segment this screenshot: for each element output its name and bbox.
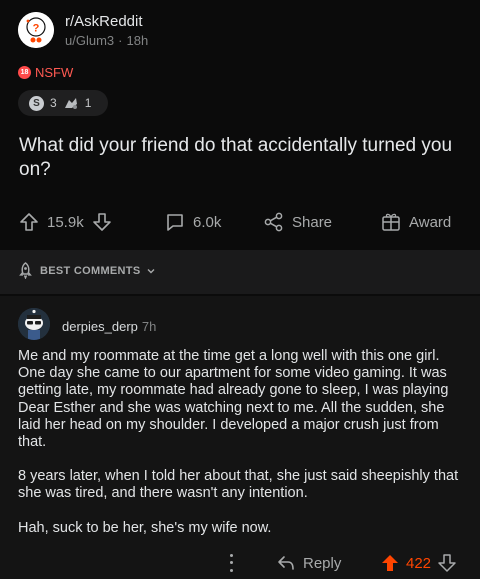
comment-paragraph: 8 years later, when I told her about tha… [18,468,459,502]
award-button[interactable]: Award [380,205,451,239]
more-options-icon[interactable] [225,552,237,574]
meta-separator: · [118,33,123,48]
upvote-arrow-icon[interactable] [18,211,40,233]
silver-award-icon: S [29,95,44,111]
subreddit-name[interactable]: r/AskReddit [65,13,143,30]
post-age: 18h [126,33,149,48]
post-card: ? r/AskReddit u/Glum3 · 18h 18 NSFW S 3 1 … [0,0,480,250]
comment-age: 7h [141,319,157,334]
comments-button[interactable]: 6.0k [164,205,221,239]
post-author[interactable]: u/Glum3 [65,33,114,48]
comment-paragraph: Hah, suck to be her, she's my wife now. [18,519,272,536]
downvote-arrow-icon[interactable] [91,211,113,233]
post-title[interactable]: What did your friend do that accidentall… [19,134,464,182]
nsfw-tag: 18 NSFW [18,65,73,80]
vote-controls: 15.9k [18,205,113,239]
share-icon [263,211,285,233]
comment-author[interactable]: derpies_derp [62,319,138,334]
svg-text:?: ? [33,23,40,35]
nsfw-18-icon: 18 [18,66,31,79]
upvote-arrow-icon[interactable] [380,553,400,573]
subreddit-avatar[interactable]: ? [18,12,54,48]
reply-arrow-icon [276,554,296,572]
gift-icon [380,211,402,233]
post-score: 15.9k [47,213,84,231]
share-label: Share [292,213,333,231]
comment-body: Me and my roommate at the time get a lon… [18,348,466,554]
comment-score: 422 [406,554,432,572]
downvote-arrow-icon[interactable] [437,553,457,573]
helpful-award-count: 1 [84,96,92,110]
comment-paragraph: Me and my roommate at the time get a lon… [18,348,449,451]
commenter-avatar[interactable] [18,308,50,340]
silver-award-count: 3 [50,96,57,110]
comment-author-line: derpies_derp 7h [62,319,156,334]
share-button[interactable]: Share [263,205,332,239]
reddit-snoo-icon: ? [18,12,54,48]
post-meta: u/Glum3 · 18h [65,33,148,48]
sort-label: BEST COMMENTS [40,264,141,277]
reply-button[interactable]: Reply [276,550,341,576]
helpful-award-icon [63,96,79,110]
comment-vote-controls: 422 [380,550,457,576]
sort-dropdown[interactable]: BEST COMMENTS [17,262,156,279]
snoo-avatar-icon [18,308,50,340]
rocket-icon [17,262,34,279]
comment-count: 6.0k [193,213,222,231]
comment-card: derpies_derp 7h Me and my roommate at the… [0,296,480,579]
award-label: Award [409,213,452,231]
reply-label: Reply [303,554,342,572]
post-action-bar: 15.9k 6.0k Share Award [0,205,480,239]
comment-action-bar: Reply 422 [0,550,480,576]
comment-bubble-icon [164,211,186,233]
nsfw-label: NSFW [35,65,74,80]
chevron-down-icon [146,266,156,276]
awards-pill[interactable]: S 3 1 [18,90,108,116]
